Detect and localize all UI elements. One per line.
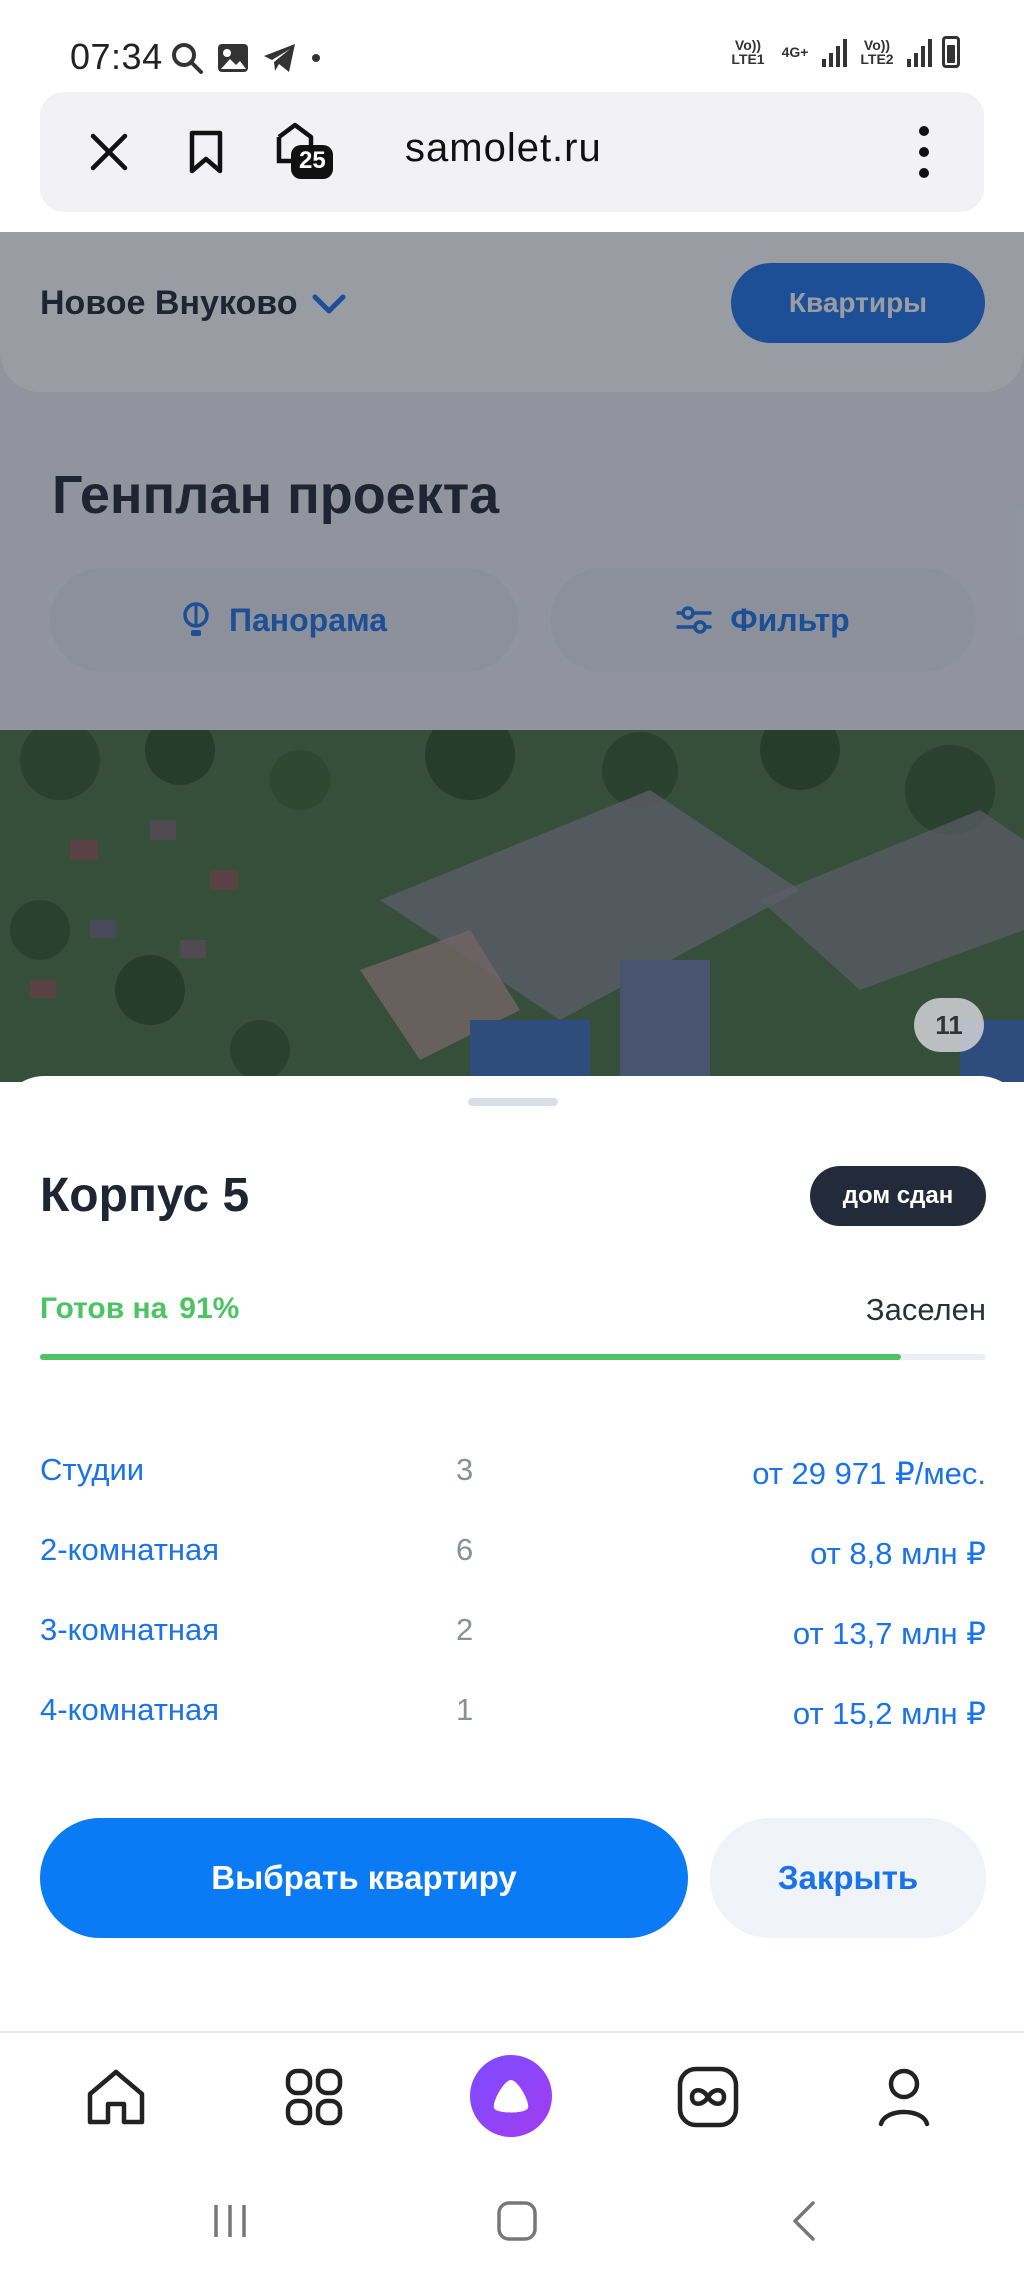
telegram-icon [264,44,295,72]
apartment-price: от 15,2 млн ₽ [792,1696,986,1731]
building-title: Корпус 5 [40,1169,250,1222]
modal-backdrop[interactable] [0,232,1024,1082]
signal-icon [822,37,847,67]
recent-apps-button[interactable] [200,2191,260,2251]
apartment-type: 3-комнатная [40,1612,220,1647]
more-vert-icon [919,126,929,178]
readiness-label: Готов на [40,1292,168,1325]
bookmark-button[interactable] [176,122,236,182]
close-icon [90,133,128,171]
home-square-icon [497,2201,537,2241]
list-item[interactable]: 3-комнатная 2 от 13,7 млн ₽ [40,1606,986,1686]
apartment-price: от 13,7 млн ₽ [792,1616,986,1651]
image-icon [218,44,248,72]
choose-apartment-button[interactable]: Выбрать квартиру [40,1818,688,1938]
building-bottom-sheet: Корпус 5 дом сдан Готов на 91% Заселен Ст… [0,1076,1024,2031]
browser-address-bar: 25 samolet.ru [40,92,984,212]
grid-icon [285,2068,343,2126]
apartment-count: 3 [456,1452,474,1487]
status-right-icons: Vo)) LTE1 4G+ Vo)) LTE2 [728,36,960,68]
signal-icon-2 [907,37,932,67]
tabs-button[interactable]: 25 [266,122,342,182]
apartment-count: 1 [456,1692,474,1727]
bookmark-icon [189,130,223,174]
home-button[interactable] [76,2057,156,2137]
readiness-value: 91% [179,1292,240,1325]
services-button[interactable] [274,2057,354,2137]
building-marker[interactable]: 11 [914,998,984,1052]
menu-button[interactable] [894,122,954,182]
search-icon [172,43,203,74]
close-button[interactable]: Закрыть [710,1818,986,1938]
apartment-type: 4-комнатная [40,1692,220,1727]
sim1-indicator: Vo)) LTE1 [731,37,765,67]
list-item[interactable]: Студии 3 от 29 971 ₽/мес. [40,1446,986,1526]
home-nav-button[interactable] [487,2191,547,2251]
apartment-price: от 29 971 ₽/мес. [752,1456,986,1491]
readiness-progress-bar [40,1354,986,1360]
alice-icon [493,2080,529,2113]
sim2-indicator: Vo)) LTE2 [860,37,894,67]
infinity-icon [677,2066,739,2128]
back-button[interactable] [774,2191,834,2251]
status-notification-icons [170,38,322,78]
list-item[interactable]: 2-комнатная 6 от 8,8 млн ₽ [40,1526,986,1606]
readiness-progress-fill [40,1354,901,1360]
apartment-count: 6 [456,1532,474,1567]
status-time: 07:34 [70,36,163,77]
apartment-count: 2 [456,1612,474,1647]
profile-button[interactable] [864,2057,944,2137]
battery-icon [942,36,960,68]
system-nav-bar [0,2161,1024,2275]
readiness-text: Готов на 91% [40,1292,239,1326]
recent-apps-icon [214,2205,246,2237]
apartment-type: 2-комнатная [40,1532,220,1567]
alice-assistant-button[interactable] [470,2055,552,2137]
tabs-count: 25 [299,147,326,174]
apartment-price: от 8,8 млн ₽ [810,1536,986,1571]
url-field[interactable]: samolet.ru [405,126,602,171]
dot-icon [312,54,320,62]
infinity-button[interactable] [668,2057,748,2137]
close-tab-button[interactable] [79,122,139,182]
back-icon [793,2201,815,2241]
home-icon [87,2069,145,2125]
status-badge: дом сдан [810,1166,986,1226]
status-bar: 07:34 Vo)) LTE1 4G+ Vo)) LTE2 [0,0,1024,92]
apartment-type: Студии [40,1452,145,1487]
occupancy-status: Заселен [865,1292,986,1327]
profile-icon [878,2068,930,2127]
network-type: 4G+ [781,44,809,60]
sheet-drag-handle[interactable] [468,1098,558,1106]
list-item[interactable]: 4-комнатная 1 от 15,2 млн ₽ [40,1686,986,1766]
apartment-list: Студии 3 от 29 971 ₽/мес. 2-комнатная 6 … [40,1446,986,1766]
